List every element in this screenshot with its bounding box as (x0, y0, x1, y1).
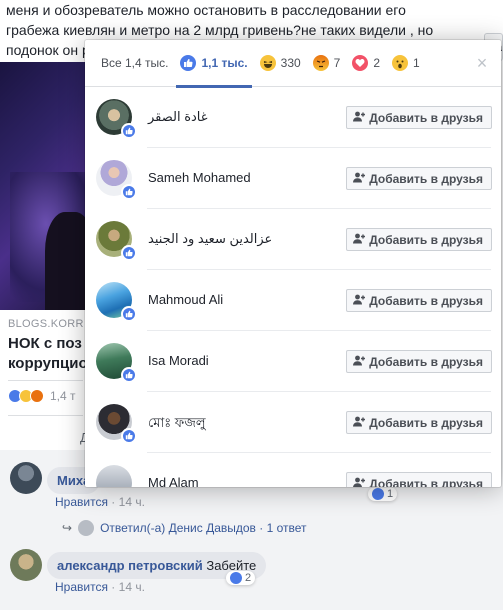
reaction-tabs: Все 1,4 тыс. 1,1 тыс. 330 7 2 1 × (85, 40, 501, 88)
reactor-name[interactable]: মোঃ ফজলু (148, 414, 206, 435)
reactor-name[interactable]: Mahmoud Ali (148, 292, 223, 307)
wow-icon (392, 55, 409, 71)
like-icon (121, 245, 137, 261)
add-friend-icon (353, 416, 366, 430)
add-friend-label: Добавить в друзья (369, 171, 483, 186)
reactor-name[interactable]: Sameh Mohamed (148, 170, 251, 185)
add-friend-icon (353, 477, 366, 487)
angry-icon (312, 55, 329, 71)
like-icon (121, 306, 137, 322)
reply-arrow-icon: ↪ (62, 521, 73, 535)
add-friend-label: Добавить в друзья (369, 293, 483, 308)
add-friend-button[interactable]: Добавить в друзья (346, 167, 492, 190)
reactor-name[interactable]: Isa Moradi (148, 353, 209, 368)
close-button[interactable]: × (473, 54, 491, 72)
comment-meta: Нравится · 14 ч. (55, 580, 145, 594)
add-friend-icon (353, 233, 366, 247)
close-icon: × (476, 53, 488, 73)
post-reaction-summary[interactable]: 1,4 т (8, 389, 76, 403)
like-icon (121, 184, 137, 200)
add-friend-button[interactable]: Добавить в друзья (346, 228, 492, 251)
add-friend-label: Добавить в друзья (369, 415, 483, 430)
tab-label: 330 (280, 56, 301, 70)
reactions-dialog: Все 1,4 тыс. 1,1 тыс. 330 7 2 1 × غادة ا… (85, 40, 501, 487)
image-silhouette (45, 212, 85, 310)
comment-author[interactable]: александр петровский (57, 558, 203, 573)
tab-label: 2 (373, 56, 381, 70)
like-icon (121, 428, 137, 444)
comment-reactions[interactable]: 2 (226, 571, 256, 585)
add-friend-button[interactable]: Добавить в друзья (346, 106, 492, 129)
link-headline-line: НОК с поз (8, 335, 82, 352)
avatar[interactable] (10, 462, 42, 494)
tab-label: 1,1 тыс. (201, 56, 248, 70)
link-headline[interactable]: НОК с поз коррупцио (8, 334, 88, 374)
like-link[interactable]: Нравится (55, 495, 108, 509)
reply-summary: Ответил(-а) Денис Давыдов · 1 ответ (100, 521, 307, 535)
replies-link[interactable]: ↪ Ответил(-а) Денис Давыдов · 1 ответ (62, 520, 307, 536)
reactor-row: Isa Moradi Добавить в друзья (85, 331, 501, 392)
tab-all[interactable]: Все 1,4 тыс. (95, 40, 174, 87)
like-link[interactable]: Нравится (55, 580, 108, 594)
comment-reaction-count: 1 (387, 488, 394, 500)
add-friend-icon (353, 111, 366, 125)
like-icon (121, 367, 137, 383)
post-text-line: грабежа киевлян и метро на 2 млрд гривен… (6, 22, 434, 38)
tab-like[interactable]: 1,1 тыс. (174, 40, 253, 88)
comment-time[interactable]: 14 ч. (119, 495, 145, 509)
angry-icon (30, 389, 44, 403)
add-friend-icon (353, 355, 366, 369)
love-icon (352, 55, 369, 71)
reactors-list: غادة الصقر Добавить в друзья Sameh Moham… (85, 87, 501, 487)
reactor-name[interactable]: غادة الصقر (148, 109, 208, 125)
add-friend-label: Добавить в друзья (369, 110, 483, 125)
add-friend-icon (353, 172, 366, 186)
reactor-row: Sameh Mohamed Добавить в друзья (85, 148, 501, 209)
link-source: BLOGS.KORR (8, 318, 84, 330)
link-preview-image[interactable] (0, 62, 85, 310)
add-friend-icon (353, 294, 366, 308)
link-headline-line: коррупцио (8, 355, 88, 372)
reactor-row: মোঃ ফজলু Добавить в друзья (85, 392, 501, 453)
tab-label: 1 (413, 56, 420, 70)
haha-icon (259, 55, 276, 71)
tab-angry[interactable]: 7 (307, 40, 347, 87)
add-friend-label: Добавить в друзья (369, 476, 483, 488)
divider (8, 380, 83, 381)
add-friend-button[interactable]: Добавить в друзья (346, 472, 492, 487)
comment-reaction-count: 2 (245, 572, 252, 584)
tab-label: Все 1,4 тыс. (101, 56, 169, 70)
add-friend-label: Добавить в друзья (369, 232, 483, 247)
divider (8, 415, 83, 416)
add-friend-button[interactable]: Добавить в друзья (346, 411, 492, 434)
comment-time[interactable]: 14 ч. (119, 580, 145, 594)
avatar (78, 520, 95, 536)
reactor-row: عزالدين سعيد ود الجنيد Добавить в друзья (85, 209, 501, 270)
like-icon (180, 55, 197, 71)
reactor-row: غادة الصقر Добавить в друзья (85, 87, 501, 148)
post-text-line: меня и обозреватель можно остановить в р… (6, 2, 406, 18)
add-friend-button[interactable]: Добавить в друзья (346, 350, 492, 373)
tab-haha[interactable]: 330 (254, 40, 307, 87)
like-icon (230, 572, 242, 584)
avatar[interactable] (10, 549, 42, 581)
reactor-row: Md Alam Добавить в друзья (85, 453, 501, 487)
add-friend-label: Добавить в друзья (369, 354, 483, 369)
tab-wow[interactable]: 1 (386, 40, 426, 87)
like-icon (121, 123, 137, 139)
avatar[interactable] (96, 465, 132, 487)
comment-meta: Нравится · 14 ч. (55, 495, 145, 509)
tab-love[interactable]: 2 (346, 40, 386, 87)
reactor-row: Mahmoud Ali Добавить в друзья (85, 270, 501, 331)
comment-reactions[interactable]: 1 (368, 487, 398, 501)
add-friend-button[interactable]: Добавить в друзья (346, 289, 492, 312)
tab-label: 7 (333, 56, 341, 70)
reactor-name[interactable]: عزالدين سعيد ود الجنيد (148, 231, 272, 247)
like-icon (372, 488, 384, 500)
reaction-count: 1,4 т (50, 389, 76, 403)
reactor-name[interactable]: Md Alam (148, 475, 199, 487)
